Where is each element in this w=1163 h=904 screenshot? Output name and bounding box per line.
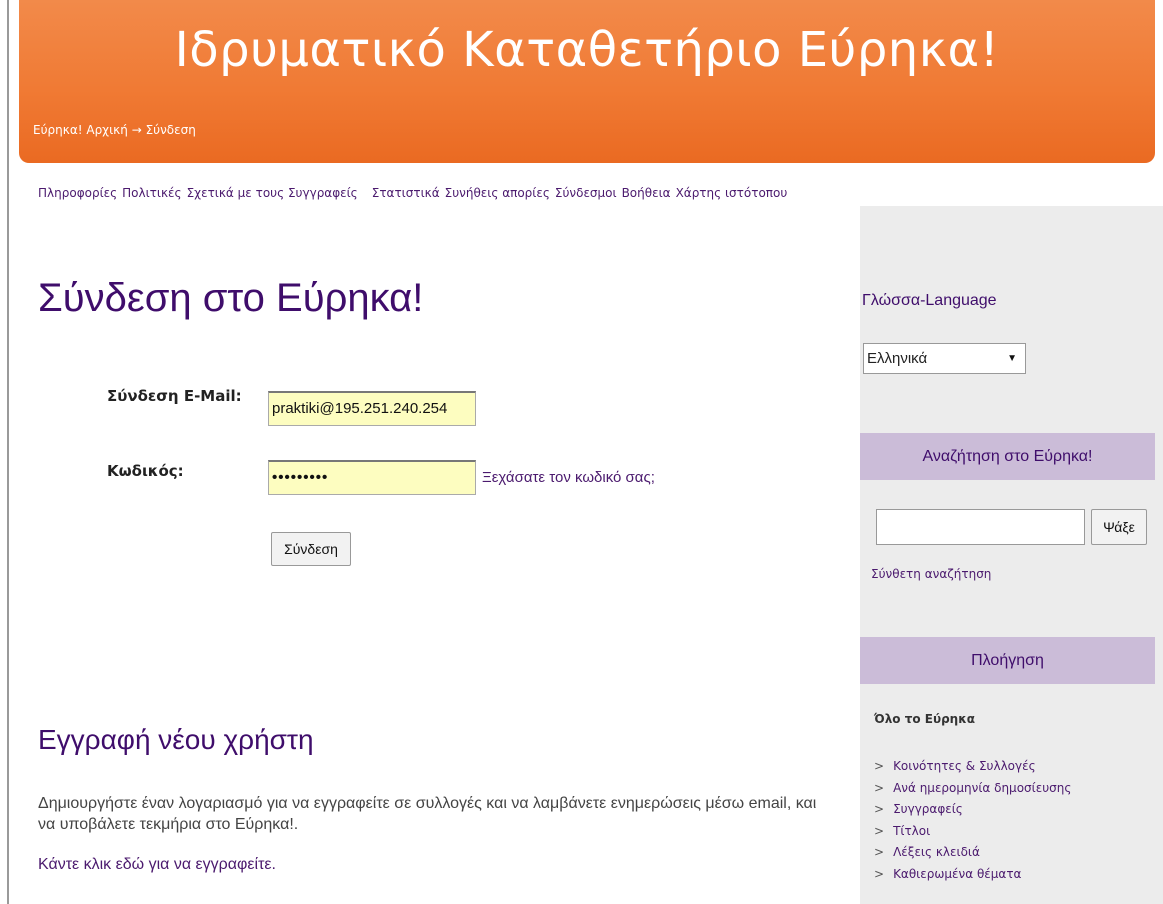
chevron-right-icon: > (874, 780, 885, 795)
navigation-box-header: Πλοήγηση (860, 637, 1155, 684)
nav-link-policies[interactable]: Πολιτικές (122, 186, 181, 200)
chevron-right-icon: > (874, 866, 885, 881)
search-button[interactable]: Ψάξε (1091, 509, 1147, 545)
search-input[interactable] (876, 509, 1085, 545)
nav-item-label: Ανά ημερομηνία δημοσίευσης (893, 780, 1072, 795)
nav-link-authors-info[interactable]: Σχετικά με τους Συγγραφείς (187, 186, 358, 200)
nav-item-label: Καθιερωμένα θέματα (893, 866, 1022, 881)
nav-link-info[interactable]: Πληροφορίες (38, 186, 117, 200)
page-title: Σύνδεση στο Εύρηκα! (38, 276, 424, 320)
site-title: Ιδρυματικό Καταθετήριο Εύρηκα! (174, 22, 1000, 78)
nav-item-communities[interactable]: > Κοινότητες & Συλλογές (874, 756, 1071, 778)
top-navigation: Πληροφορίες Πολιτικές Σχετικά με τους Συγγ… (38, 186, 792, 200)
breadcrumb-arrow-icon: → (131, 123, 142, 137)
register-title: Εγγραφή νέου χρήστη (38, 724, 314, 755)
nav-item-keywords[interactable]: > Λέξεις κλειδιά (874, 842, 1071, 864)
nav-item-titles[interactable]: > Τίτλοι (874, 821, 1071, 843)
chevron-right-icon: > (874, 802, 885, 816)
register-description: Δημιουργήστε έναν λογαριασμό για να εγγρ… (38, 795, 817, 833)
breadcrumb-current: Σύνδεση (145, 123, 196, 137)
site-header: Ιδρυματικό Καταθετήριο Εύρηκα! Εύρηκα! Α… (19, 0, 1155, 163)
chevron-right-icon: > (874, 845, 885, 859)
nav-item-label: Τίτλοι (893, 823, 931, 838)
nav-link-sitemap[interactable]: Χάρτης ιστότοπου (676, 186, 788, 200)
nav-link-links[interactable]: Σύνδεσμοι (555, 186, 617, 200)
nav-link-statistics[interactable]: Στατιστικά (372, 186, 440, 200)
navigation-all-label: Όλο το Εύρηκα (874, 712, 975, 726)
caret-down-icon: ▼ (1007, 353, 1017, 364)
left-border-line (7, 0, 9, 904)
language-select[interactable]: Ελληνικά ▼ (863, 343, 1026, 374)
language-selected-value: Ελληνικά (867, 350, 928, 367)
language-title: Γλώσσα-Language (862, 292, 997, 309)
search-box-header: Αναζήτηση στο Εύρηκα! (860, 433, 1155, 480)
nav-item-label: Κοινότητες & Συλλογές (893, 759, 1036, 773)
breadcrumb: Εύρηκα! Αρχική → Σύνδεση (33, 123, 196, 137)
email-label: Σύνδεση E-Mail: (107, 387, 242, 405)
login-button[interactable]: Σύνδεση (271, 532, 351, 566)
nav-item-label: Λέξεις κλειδιά (893, 845, 980, 859)
nav-item-by-date[interactable]: > Ανά ημερομηνία δημοσίευσης (874, 778, 1071, 800)
register-link[interactable]: Κάντε κλικ εδώ για να εγγραφείτε. (38, 856, 276, 874)
nav-item-label: Συγγραφείς (893, 802, 963, 816)
nav-item-subjects[interactable]: > Καθιερωμένα θέματα (874, 864, 1071, 886)
chevron-right-icon: > (874, 823, 885, 838)
advanced-search-link[interactable]: Σύνθετη αναζήτηση (871, 567, 991, 581)
email-field[interactable]: praktiki@195.251.240.254 (268, 391, 476, 426)
navigation-list: > Κοινότητες & Συλλογές > Ανά ημερομηνία δ… (874, 756, 1071, 885)
password-field[interactable]: ••••••••• (268, 460, 476, 495)
forgot-password-link[interactable]: Ξεχάσατε τον κωδικό σας; (482, 469, 655, 486)
nav-link-faq[interactable]: Συνήθεις απορίες (445, 186, 550, 200)
password-label: Κωδικός: (107, 462, 184, 480)
nav-link-help[interactable]: Βοήθεια (622, 186, 671, 200)
breadcrumb-home-link[interactable]: Εύρηκα! Αρχική (33, 123, 128, 137)
chevron-right-icon: > (874, 759, 885, 773)
nav-item-authors[interactable]: > Συγγραφείς (874, 799, 1071, 821)
